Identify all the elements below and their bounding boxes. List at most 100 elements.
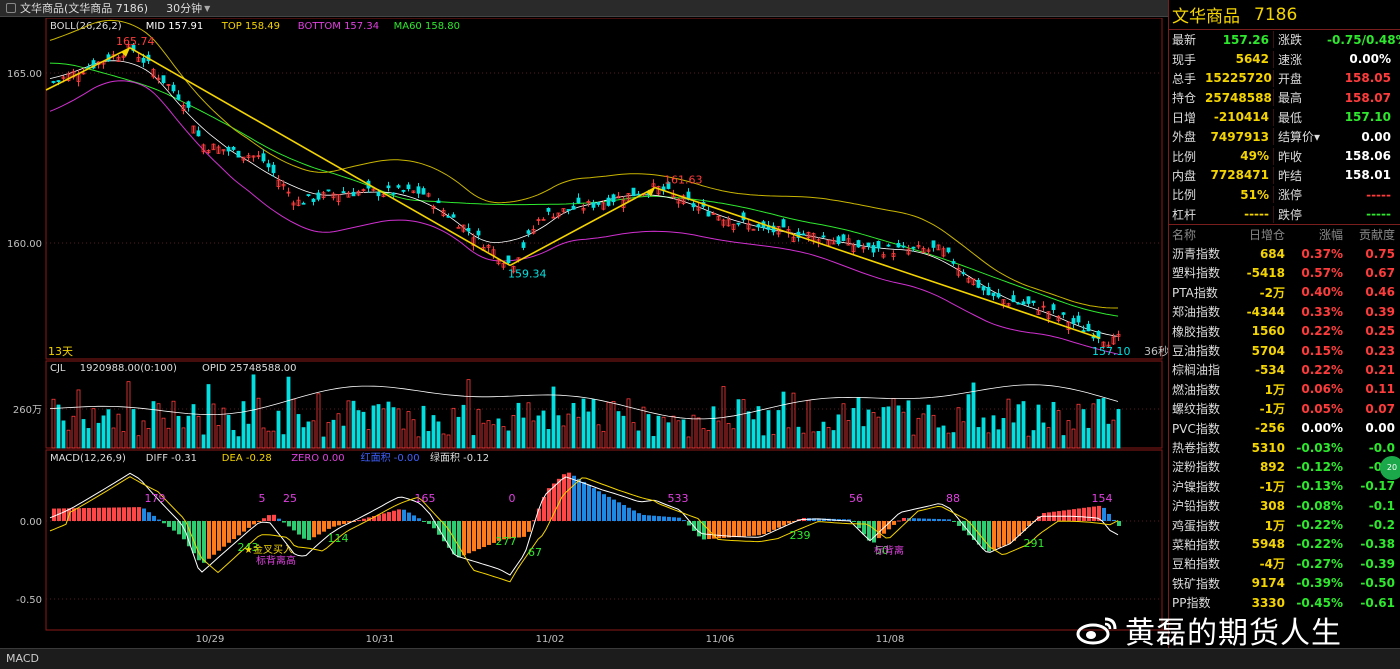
macd-peak-label: 56 — [849, 492, 863, 505]
chevron-down-icon[interactable]: ▼ — [204, 4, 210, 13]
volume-bar — [1081, 409, 1086, 449]
volume-bar — [191, 404, 196, 449]
index-row[interactable]: 棕榈油指 -534 0.22% 0.21 — [1169, 360, 1400, 379]
index-row[interactable]: 铁矿指数 9174 -0.39% -0.50 — [1169, 574, 1400, 593]
candle-body — [951, 261, 956, 264]
macd-bar — [302, 521, 306, 539]
volume-bar — [1041, 422, 1046, 449]
volume-bar — [891, 398, 896, 449]
volume-bar — [146, 428, 151, 449]
index-chg: -0.13% — [1296, 479, 1343, 494]
index-row[interactable]: 塑料指数 -5418 0.57% 0.67 — [1169, 263, 1400, 282]
volume-bar — [801, 432, 806, 449]
candle-body — [456, 226, 461, 229]
index-row[interactable]: 鸡蛋指数 1万 -0.22% -0.2 — [1169, 515, 1400, 534]
volume-bar — [906, 400, 911, 449]
macd-bar — [172, 521, 176, 531]
quote-row: 总手 15225720 开盘 158.05 — [1169, 69, 1400, 88]
volume-bar — [951, 432, 956, 449]
candle-body — [596, 202, 601, 205]
macd-bar — [127, 507, 131, 521]
quote-label: 总手 — [1172, 71, 1197, 86]
chart-area[interactable]: 165.00 160.00 260万 0.00 -0.50 BOLL(26,26,2) MI… — [0, 17, 1169, 648]
instrument-name: 文华商品 — [1172, 7, 1240, 27]
quote-label: 昨收 — [1273, 147, 1327, 165]
period-selector[interactable]: 30分钟 — [166, 0, 202, 16]
volume-bar — [741, 399, 746, 449]
volume-bar — [611, 401, 616, 449]
index-chg: 0.33% — [1301, 304, 1343, 319]
index-row[interactable]: PTA指数 -2万 0.40% 0.46 — [1169, 283, 1400, 302]
edge-badge[interactable]: 20 — [1380, 456, 1400, 480]
volume-bar — [456, 416, 461, 449]
index-row[interactable]: 豆油指数 5704 0.15% 0.23 — [1169, 341, 1400, 360]
candle-body — [396, 185, 401, 188]
candle-body — [261, 153, 266, 162]
volume-bar — [141, 420, 146, 449]
header-contrib[interactable]: 贡献度 — [1343, 226, 1397, 243]
volume-bar — [481, 422, 486, 449]
index-contrib: 0.75 — [1365, 246, 1395, 261]
watermark: 黄磊的期货人生 — [1075, 608, 1342, 652]
index-row[interactable]: 沥青指数 684 0.37% 0.75 — [1169, 244, 1400, 263]
macd-bar — [937, 519, 941, 521]
quote-label: 跌停 — [1273, 205, 1327, 223]
volume-bar — [941, 425, 946, 449]
kline-chart[interactable]: 165.00160.00260万0.00-0.50BOLL(26,26,2) MI… — [0, 17, 1169, 648]
volume-bar — [681, 419, 686, 449]
macd-peak-label: 533 — [668, 492, 689, 505]
index-name: 铁矿指数 — [1172, 576, 1221, 591]
arrow-head — [121, 47, 130, 57]
index-row[interactable]: 郑油指数 -4344 0.33% 0.39 — [1169, 302, 1400, 321]
quote-label[interactable]: 结算价▾ — [1273, 128, 1327, 146]
header-name[interactable]: 名称 — [1169, 226, 1233, 243]
volume-bar — [176, 415, 181, 449]
index-row[interactable]: 豆粕指数 -4万 -0.27% -0.39 — [1169, 554, 1400, 573]
indicator-label: DIFF -0.31 — [146, 453, 197, 464]
macd-bar — [132, 507, 136, 521]
index-contrib: -0.39 — [1360, 556, 1395, 571]
candle-body — [1016, 302, 1021, 305]
index-contrib: -0.50 — [1360, 576, 1395, 591]
volume-bar — [1106, 423, 1111, 449]
index-contrib: -0.1 — [1368, 498, 1395, 513]
volume-bar — [306, 421, 311, 449]
index-name: PTA指数 — [1172, 285, 1218, 300]
volume-bar — [861, 426, 866, 449]
candle-body — [706, 211, 711, 217]
volume-bar — [886, 406, 891, 449]
index-row[interactable]: 热卷指数 5310 -0.03% -0.0 — [1169, 438, 1400, 457]
macd-bar — [777, 521, 781, 528]
index-row[interactable]: 燃油指数 1万 0.06% 0.11 — [1169, 380, 1400, 399]
macd-bar — [852, 521, 856, 522]
quote-row: 外盘 7497913 结算价▾ 0.00 — [1169, 127, 1400, 146]
index-row[interactable]: PVC指数 -256 0.00% 0.00 — [1169, 418, 1400, 437]
macd-bar — [677, 517, 681, 521]
index-row[interactable]: 沪铅指数 308 -0.08% -0.1 — [1169, 496, 1400, 515]
index-row[interactable]: 橡胶指数 1560 0.22% 0.25 — [1169, 321, 1400, 340]
header-chg[interactable]: 涨幅 — [1285, 226, 1343, 243]
macd-peak-label: 154 — [1092, 492, 1113, 505]
index-contrib: 0.23 — [1365, 343, 1395, 358]
volume-bar — [226, 414, 231, 449]
candle-body — [876, 241, 881, 249]
volume-bar — [761, 435, 766, 449]
index-row[interactable]: 沪镍指数 -1万 -0.13% -0.17 — [1169, 477, 1400, 496]
macd-bar — [622, 505, 626, 521]
index-name: 螺纹指数 — [1172, 402, 1221, 417]
header-inc[interactable]: 日增仓 — [1233, 226, 1285, 243]
volume-bar — [701, 428, 706, 449]
volume-bar — [991, 415, 996, 449]
candle-body — [1071, 318, 1076, 324]
volume-bar — [731, 428, 736, 449]
volume-bar — [986, 432, 991, 449]
index-inc: 5948 — [1251, 537, 1285, 552]
x-tick-label: 11/08 — [876, 634, 905, 645]
tab-macd[interactable]: MACD — [6, 652, 39, 665]
index-row[interactable]: 螺纹指数 -1万 0.05% 0.07 — [1169, 399, 1400, 418]
index-row[interactable]: 菜粕指数 5948 -0.22% -0.38 — [1169, 535, 1400, 554]
macd-bar — [397, 509, 401, 521]
volume-bar — [511, 415, 516, 449]
index-row[interactable]: 淀粉指数892-0.12%-0.1 — [1169, 457, 1400, 476]
candle-body — [476, 230, 481, 236]
